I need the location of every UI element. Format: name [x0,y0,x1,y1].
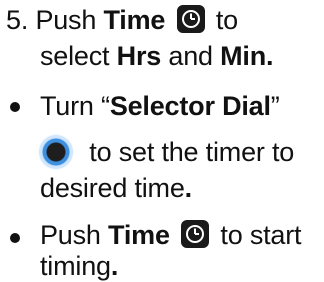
period: . [266,41,274,71]
bullet-2-line-1: Push Time to start [40,219,302,251]
step-5-line-2: select Hrs and Min. [40,40,274,72]
bullet-1-line-1: Turn “Selector Dial” [40,90,280,122]
text: and [161,41,221,71]
bullet-point [10,102,20,112]
clock-icon [181,220,210,248]
step-5-line-1: 5. Push Time to [6,4,238,36]
text: select [40,41,117,71]
bullet-point [10,233,20,243]
dial-icon [40,136,72,168]
text: Push [40,220,109,250]
text: to start [213,220,302,250]
text: ” [270,91,280,121]
hrs-keyword: Hrs [116,41,162,71]
text: Turn “ [40,91,110,121]
text: to [208,5,238,35]
time-keyword: Time [108,220,170,250]
step-number: 5. [6,5,29,35]
min-keyword: Min [220,41,267,71]
text: desired time [40,173,185,203]
text: to set the timer to [82,137,295,167]
bullet-1-line-3: desired time. [40,172,192,204]
period: . [184,173,193,203]
time-keyword: Time [103,5,166,35]
clock-icon [176,5,205,33]
text: Push [35,5,104,35]
selector-dial-keyword: Selector Dial [109,91,271,121]
bullet-1-line-2: to set the timer to [40,136,294,168]
period: . [110,251,119,281]
text: timing [40,251,111,281]
bullet-2-line-2: timing. [40,250,118,282]
